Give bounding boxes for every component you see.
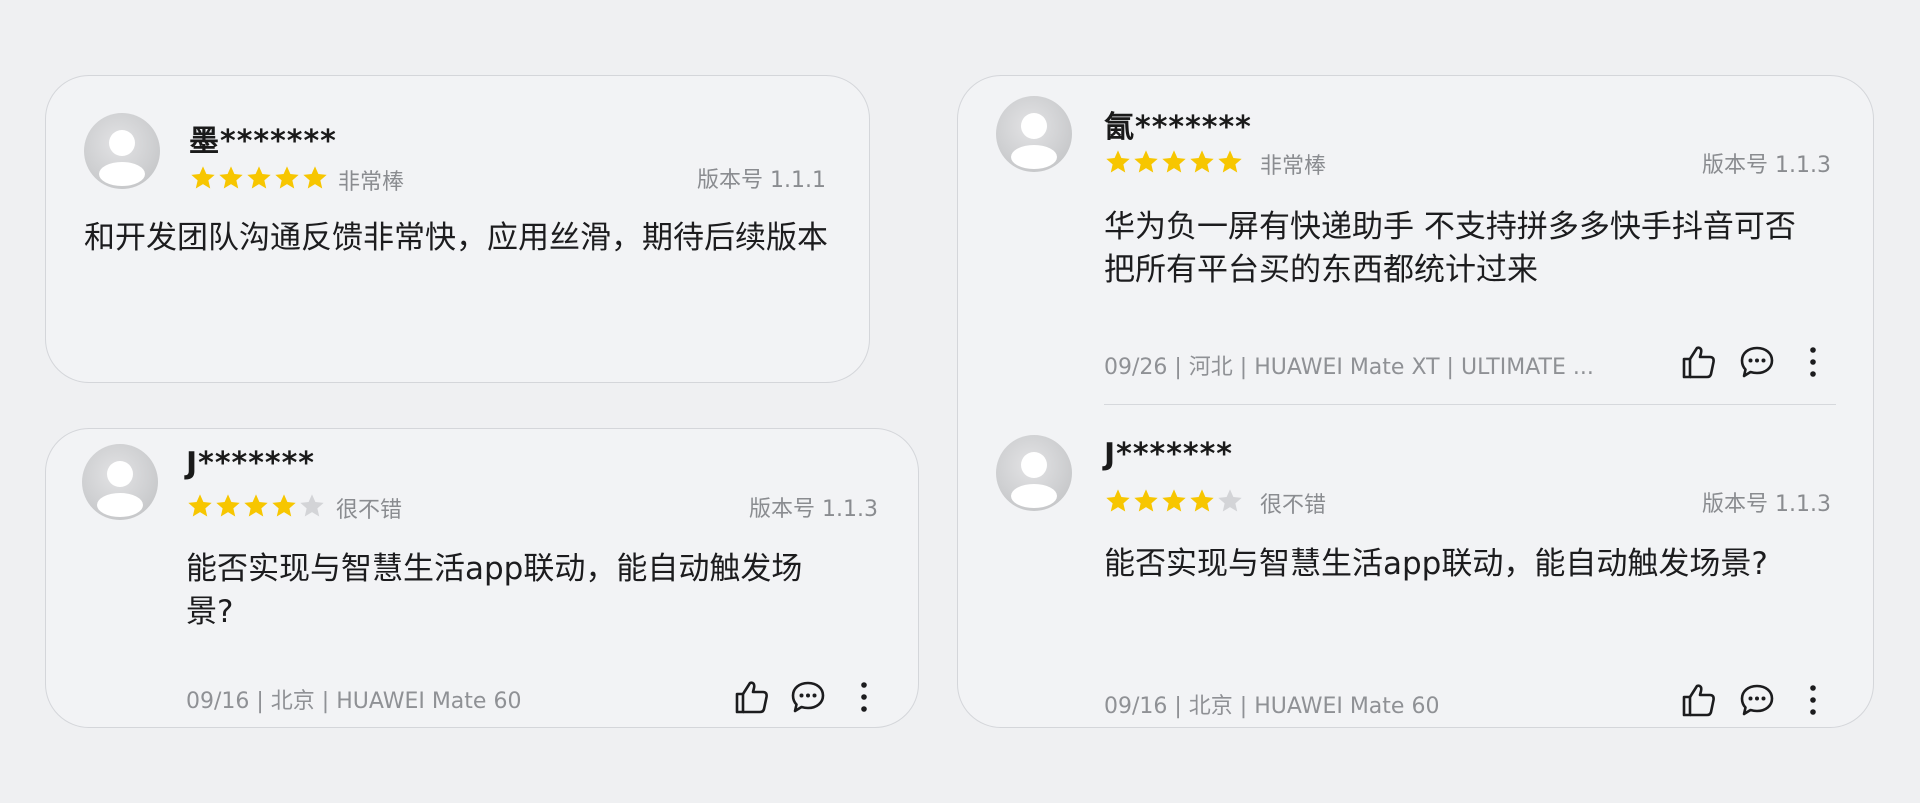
username: J*******	[1104, 437, 1233, 472]
star-icon	[1104, 487, 1132, 515]
star-icon	[298, 492, 326, 520]
review-text: 能否实现与智慧生活app联动，能自动触发场景?	[1104, 546, 1768, 582]
more-options-button[interactable]	[842, 675, 886, 719]
star-icon	[186, 492, 214, 520]
star-icon	[1216, 148, 1244, 176]
more-vertical-icon	[1810, 347, 1816, 377]
version-label: 版本号 1.1.3	[1702, 492, 1831, 517]
star-icon	[301, 164, 329, 192]
rating-label: 很不错	[336, 498, 403, 523]
star-icon	[1216, 487, 1244, 515]
review-meta: 09/26 | 河北 | HUAWEI Mate XT | ULTIMATE .…	[1104, 355, 1594, 380]
comment-button[interactable]	[1735, 340, 1779, 384]
star-icon	[1188, 487, 1216, 515]
more-vertical-icon	[1810, 685, 1816, 715]
more-vertical-icon	[861, 682, 867, 712]
star-rating	[186, 492, 326, 520]
default-avatar-icon	[1011, 452, 1057, 508]
star-icon	[1104, 148, 1132, 176]
star-icon	[1188, 148, 1216, 176]
review-card: J******* 很不错 版本号 1.1.3 能否实现与智慧生活app联动，能自…	[45, 428, 919, 728]
star-icon	[270, 492, 298, 520]
version-label: 版本号 1.1.3	[1702, 153, 1831, 178]
star-icon	[189, 164, 217, 192]
comment-button[interactable]	[1735, 678, 1779, 722]
username: 氤*******	[1104, 110, 1252, 145]
thumbs-up-icon	[1682, 684, 1715, 717]
review-text: 和开发团队沟通反馈非常快，应用丝滑，期待后续版本	[84, 220, 828, 256]
review-meta: 09/16 | 北京 | HUAWEI Mate 60	[1104, 694, 1440, 719]
star-rating	[1104, 148, 1244, 176]
review-text: 能否实现与智慧生活app联动，能自动触发场景?	[186, 551, 803, 630]
user-avatar[interactable]	[996, 96, 1072, 172]
rating-label: 很不错	[1260, 493, 1327, 518]
thumbs-up-icon	[1682, 346, 1715, 379]
version-label: 版本号 1.1.1	[697, 168, 826, 193]
star-icon	[217, 164, 245, 192]
thumbs-up-icon	[735, 681, 768, 714]
star-rating	[1104, 487, 1244, 515]
star-icon	[1132, 148, 1160, 176]
default-avatar-icon	[97, 461, 143, 517]
review-card: 墨******* 非常棒 版本号 1.1.1 和开发团队沟通反馈非常快，应用丝滑…	[45, 75, 870, 383]
version-label: 版本号 1.1.3	[749, 497, 878, 522]
user-avatar[interactable]	[82, 444, 158, 520]
comment-button[interactable]	[786, 675, 830, 719]
more-options-button[interactable]	[1791, 678, 1835, 722]
default-avatar-icon	[1011, 113, 1057, 169]
default-avatar-icon	[99, 130, 145, 186]
star-icon	[1160, 487, 1188, 515]
like-button[interactable]	[1676, 678, 1720, 722]
comment-icon	[791, 681, 825, 713]
user-avatar[interactable]	[996, 435, 1072, 511]
comment-icon	[1740, 684, 1774, 716]
star-icon	[214, 492, 242, 520]
more-options-button[interactable]	[1791, 340, 1835, 384]
star-icon	[1160, 148, 1188, 176]
username: J*******	[186, 446, 315, 481]
review-meta: 09/16 | 北京 | HUAWEI Mate 60	[186, 689, 522, 714]
review-card: 氤******* 非常棒 版本号 1.1.3 华为负一屏有快递助手 不支持拼多多…	[957, 75, 1874, 728]
like-button[interactable]	[729, 675, 773, 719]
rating-label: 非常棒	[338, 170, 405, 195]
star-icon	[245, 164, 273, 192]
rating-label: 非常棒	[1260, 154, 1327, 179]
username: 墨*******	[189, 124, 337, 159]
comment-icon	[1740, 346, 1774, 378]
star-icon	[273, 164, 301, 192]
review-text: 华为负一屏有快递助手 不支持拼多多快手抖音可否把所有平台买的东西都统计过来	[1104, 209, 1796, 288]
review-divider	[1104, 404, 1836, 405]
star-rating	[189, 164, 329, 192]
user-avatar[interactable]	[84, 113, 160, 189]
star-icon	[242, 492, 270, 520]
like-button[interactable]	[1676, 340, 1720, 384]
star-icon	[1132, 487, 1160, 515]
